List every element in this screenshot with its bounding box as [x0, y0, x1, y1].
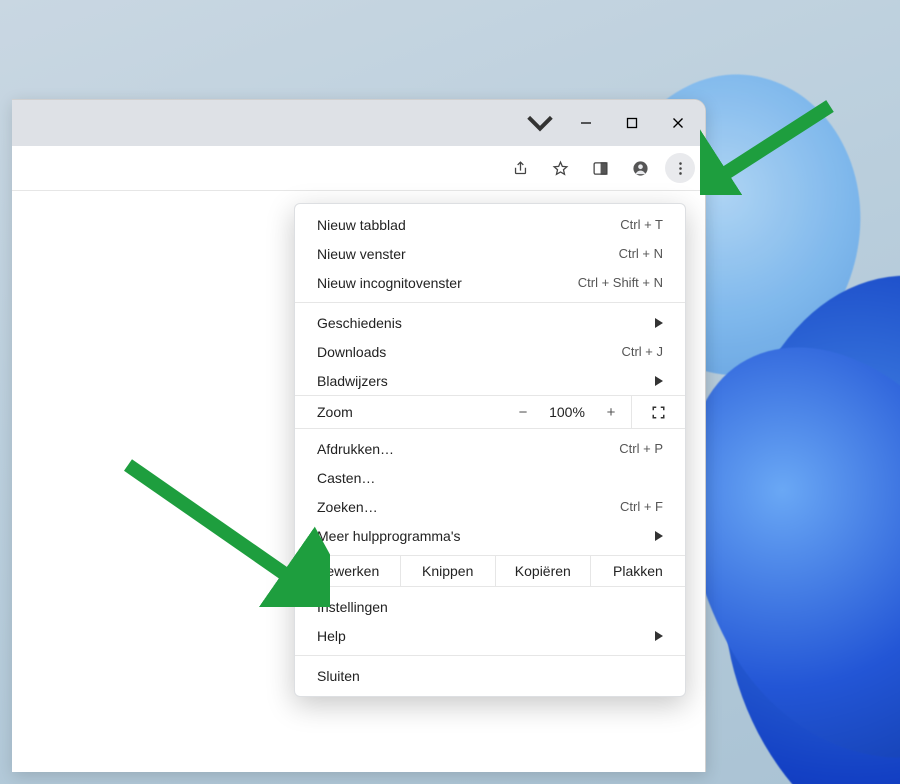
menu-label: Afdrukken…	[317, 441, 619, 457]
menu-edit-row: Bewerken Knippen Kopiëren Plakken	[295, 555, 685, 587]
submenu-arrow-icon	[655, 315, 663, 331]
menu-label: Nieuw venster	[317, 246, 619, 262]
menu-label: Casten…	[317, 470, 663, 486]
menu-shortcut: Ctrl + Shift + N	[578, 275, 663, 290]
menu-item-help[interactable]: Help	[295, 621, 685, 650]
edit-label: Bewerken	[295, 556, 400, 586]
paste-button[interactable]: Plakken	[590, 556, 685, 586]
menu-item-settings[interactable]: Instellingen	[295, 592, 685, 621]
fullscreen-button[interactable]	[631, 396, 685, 428]
submenu-arrow-icon	[655, 373, 663, 389]
menu-item-cast[interactable]: Casten…	[295, 463, 685, 492]
tab-strip	[12, 100, 705, 146]
zoom-label: Zoom	[317, 404, 503, 420]
side-panel-icon[interactable]	[585, 153, 615, 183]
menu-label: Help	[317, 628, 655, 644]
submenu-arrow-icon	[655, 528, 663, 544]
window-close-button[interactable]	[655, 104, 701, 142]
more-menu-button[interactable]	[665, 153, 695, 183]
copy-button[interactable]: Kopiëren	[495, 556, 590, 586]
menu-label: Nieuw tabblad	[317, 217, 620, 233]
toolbar	[12, 146, 705, 191]
zoom-value: 100%	[543, 404, 591, 420]
menu-item-new-tab[interactable]: Nieuw tabblad Ctrl + T	[295, 210, 685, 239]
zoom-out-button[interactable]: −	[503, 396, 543, 428]
zoom-in-button[interactable]: +	[591, 396, 631, 428]
menu-shortcut: Ctrl + P	[619, 441, 663, 456]
menu-item-new-window[interactable]: Nieuw venster Ctrl + N	[295, 239, 685, 268]
share-icon[interactable]	[505, 153, 535, 183]
submenu-arrow-icon	[655, 628, 663, 644]
menu-shortcut: Ctrl + F	[620, 499, 663, 514]
menu-item-bookmarks[interactable]: Bladwijzers	[295, 366, 685, 395]
profile-icon[interactable]	[625, 153, 655, 183]
menu-label: Bladwijzers	[317, 373, 655, 389]
annotation-arrow-more-button	[700, 100, 840, 195]
menu-label: Nieuw incognitovenster	[317, 275, 578, 291]
menu-item-find[interactable]: Zoeken… Ctrl + F	[295, 492, 685, 521]
menu-shortcut: Ctrl + N	[619, 246, 663, 261]
menu-label: Downloads	[317, 344, 621, 360]
menu-label: Geschiedenis	[317, 315, 655, 331]
menu-item-exit[interactable]: Sluiten	[295, 661, 685, 690]
window-minimize-button[interactable]	[563, 104, 609, 142]
menu-zoom-row: Zoom − 100% +	[295, 395, 685, 429]
menu-item-print[interactable]: Afdrukken… Ctrl + P	[295, 434, 685, 463]
menu-item-new-incognito[interactable]: Nieuw incognitovenster Ctrl + Shift + N	[295, 268, 685, 297]
menu-separator	[295, 302, 685, 303]
menu-item-history[interactable]: Geschiedenis	[295, 308, 685, 337]
menu-label: Zoeken…	[317, 499, 620, 515]
star-icon[interactable]	[545, 153, 575, 183]
menu-item-more-tools[interactable]: Meer hulpprogramma's	[295, 521, 685, 550]
menu-shortcut: Ctrl + T	[620, 217, 663, 232]
menu-item-downloads[interactable]: Downloads Ctrl + J	[295, 337, 685, 366]
menu-shortcut: Ctrl + J	[621, 344, 663, 359]
menu-separator	[295, 655, 685, 656]
chrome-main-menu: Nieuw tabblad Ctrl + T Nieuw venster Ctr…	[294, 203, 686, 697]
menu-label: Instellingen	[317, 599, 663, 615]
tabs-dropdown-button[interactable]	[523, 108, 557, 138]
menu-label: Meer hulpprogramma's	[317, 528, 655, 544]
cut-button[interactable]: Knippen	[400, 556, 495, 586]
menu-label: Sluiten	[317, 668, 663, 684]
window-maximize-button[interactable]	[609, 104, 655, 142]
